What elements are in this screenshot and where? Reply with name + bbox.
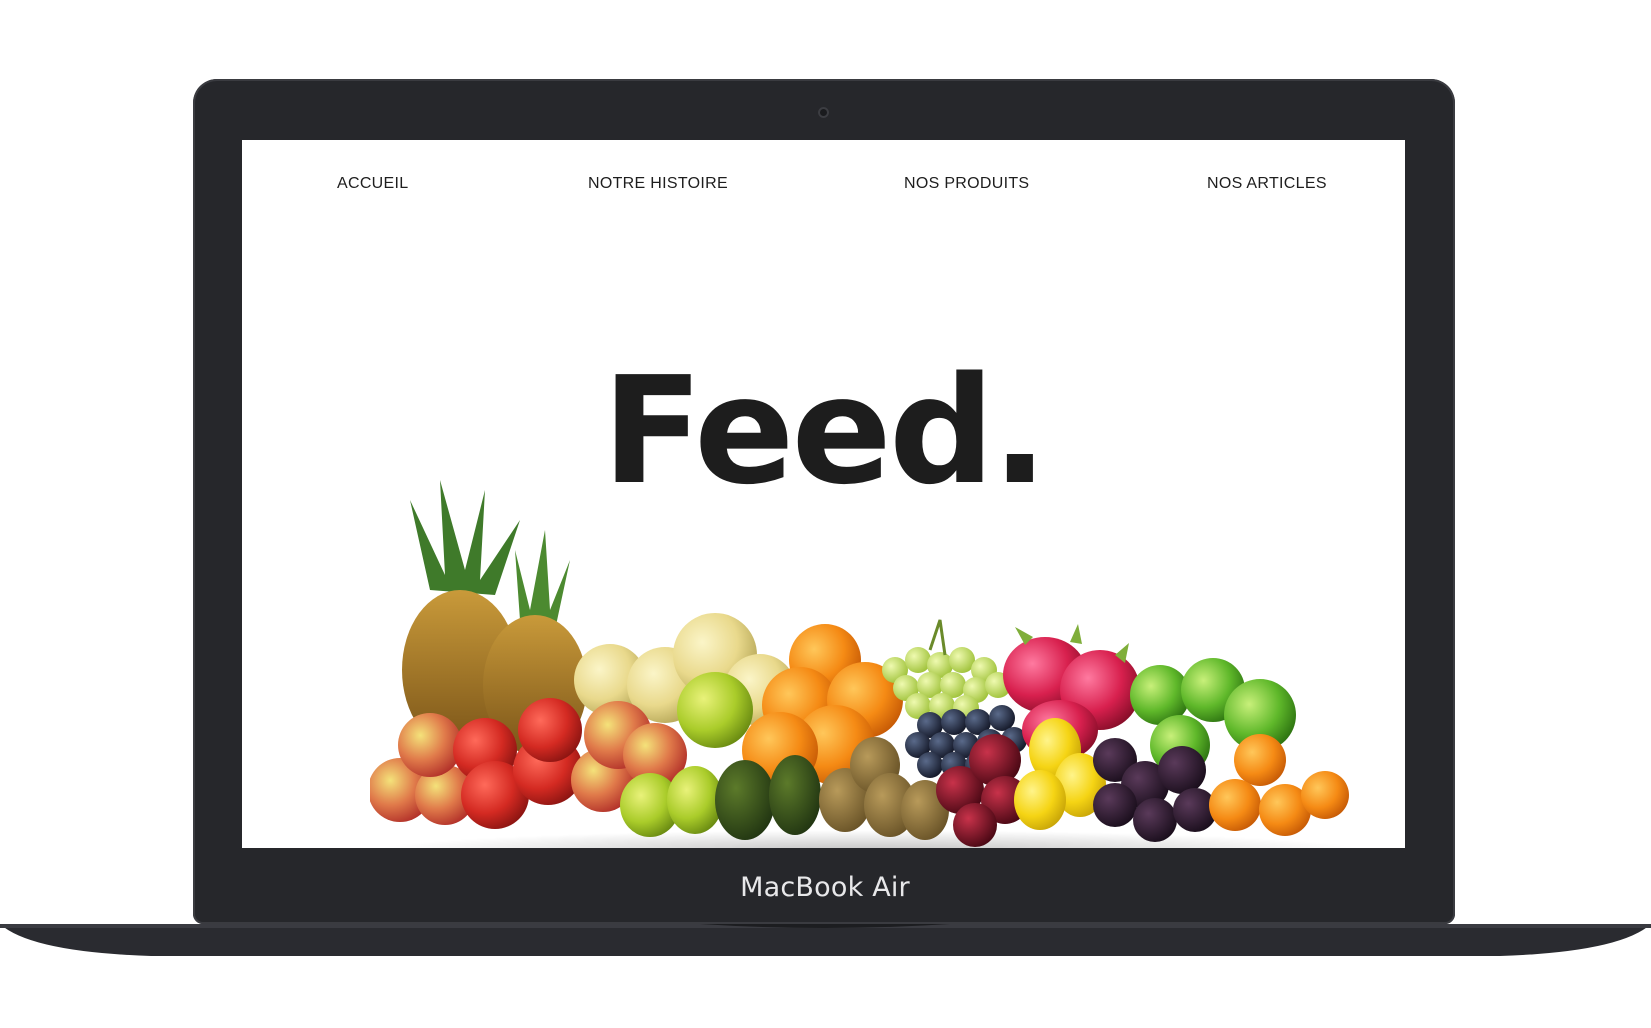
nav-item-nos-produits[interactable]: NOS PRODUITS <box>904 175 1029 193</box>
camera-icon <box>818 107 829 118</box>
device-brand-label: MacBook Air <box>740 872 910 903</box>
nav-item-accueil[interactable]: ACCUEIL <box>337 175 408 193</box>
main-navigation: ACCUEIL NOTRE HISTOIRE NOS PRODUITS NOS … <box>242 140 1405 220</box>
nav-item-notre-histoire[interactable]: NOTRE HISTOIRE <box>588 175 728 193</box>
laptop-base <box>0 924 1651 956</box>
website-screen: ACCUEIL NOTRE HISTOIRE NOS PRODUITS NOS … <box>242 140 1405 848</box>
mockup-stage: MacBook Air ACCUEIL NOTRE HISTOIRE NOS P… <box>0 0 1651 1028</box>
fruit-arrangement-image <box>370 480 1362 848</box>
nav-item-nos-articles[interactable]: NOS ARTICLES <box>1207 175 1327 193</box>
